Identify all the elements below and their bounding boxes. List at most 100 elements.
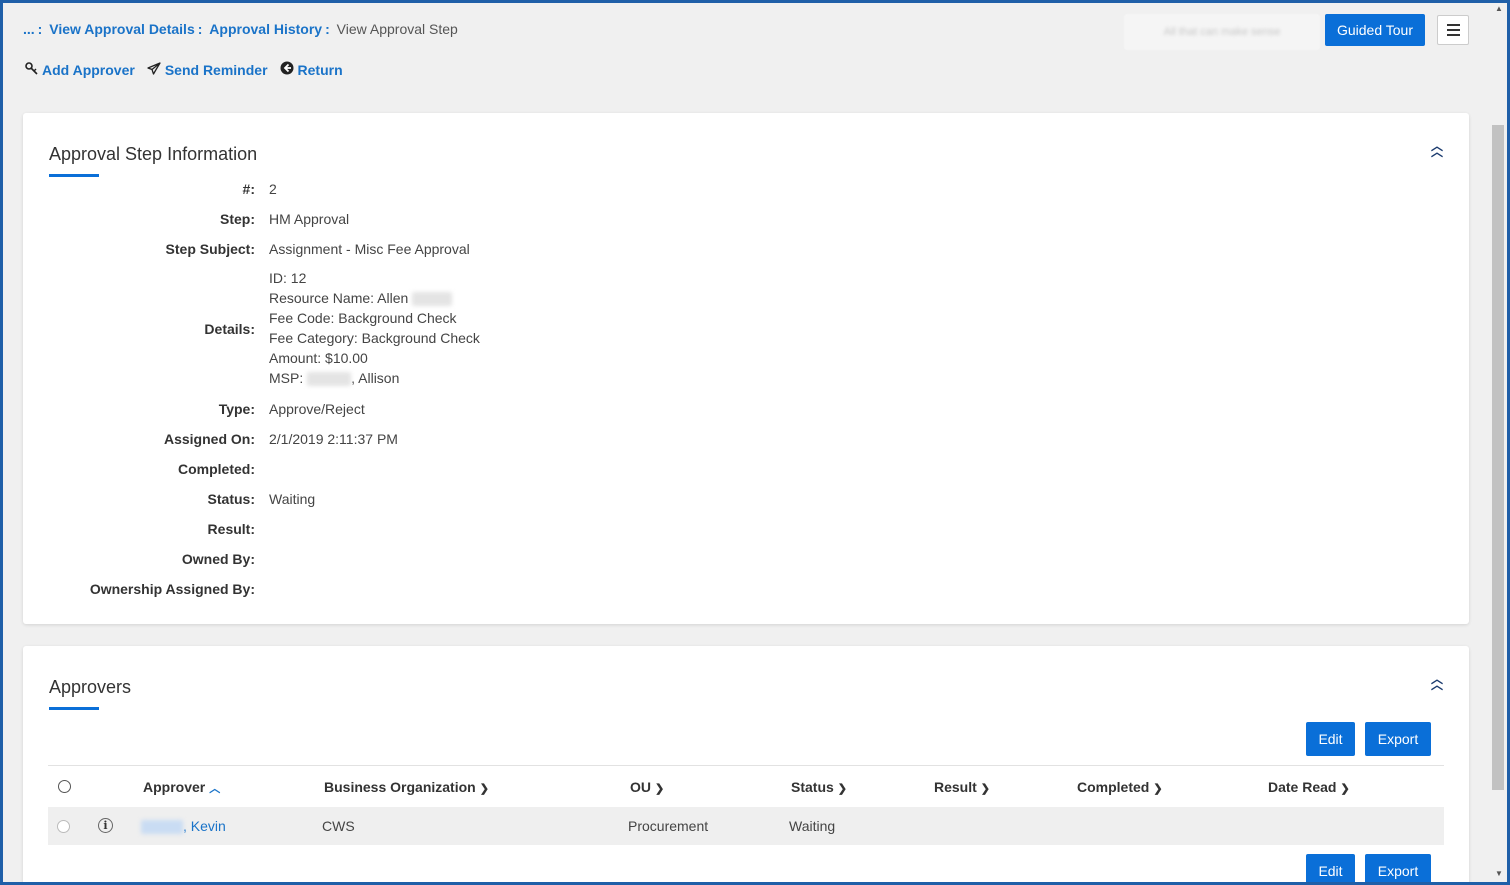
- field-label: Type:: [218, 401, 255, 417]
- vertical-scrollbar[interactable]: ▲ ▼: [1491, 0, 1507, 882]
- add-approver-action[interactable]: Add Approver: [24, 61, 135, 78]
- send-reminder-action[interactable]: Send Reminder: [147, 61, 268, 78]
- column-label: OU: [630, 779, 651, 795]
- field-value: Assignment - Misc Fee Approval: [269, 241, 470, 257]
- chevron-right-icon: ❯: [1340, 783, 1350, 795]
- field-label: Step Subject:: [165, 241, 255, 257]
- details-msp-prefix: MSP:: [269, 370, 304, 386]
- chevron-right-icon: ❯: [479, 783, 489, 795]
- title-underline: [49, 174, 99, 177]
- approvers-table: Approver ︿ Business Organization ❯ OU ❯ Sta…: [48, 765, 1444, 845]
- field-value: Waiting: [269, 491, 316, 507]
- column-label: Completed: [1077, 779, 1150, 795]
- field-label: Assigned On:: [163, 431, 255, 447]
- business-organization-cell: CWS: [322, 818, 355, 834]
- row-select-radio[interactable]: [57, 820, 70, 833]
- key-icon: [24, 61, 38, 78]
- column-header-date-read[interactable]: Date Read ❯: [1268, 779, 1350, 795]
- approvers-card: Approvers ︿ ︿ Edit Export Approver ︿ Busin…: [23, 646, 1469, 885]
- edit-button[interactable]: Edit: [1306, 722, 1355, 756]
- column-label: Business Organization: [324, 779, 476, 795]
- field-label: Owned By:: [181, 551, 255, 567]
- breadcrumb-separator: :: [325, 21, 330, 37]
- return-action[interactable]: Return: [280, 61, 343, 78]
- field-label: Result:: [207, 521, 255, 537]
- field-label: Details:: [204, 321, 255, 337]
- details-fee-category: Fee Category: Background Check: [269, 330, 480, 346]
- column-header-business-organization[interactable]: Business Organization ❯: [324, 779, 489, 795]
- hamburger-line: [1446, 34, 1460, 36]
- approval-step-information-card: Approval Step Information ︿ ︿ #: 2 Step: …: [23, 113, 1469, 624]
- chevron-right-icon: ❯: [980, 783, 991, 795]
- export-button-bottom[interactable]: Export: [1365, 854, 1431, 885]
- column-label: Date Read: [1268, 779, 1337, 795]
- chevron-right-icon: ❯: [837, 783, 848, 795]
- column-header-ou[interactable]: OU ❯: [630, 779, 664, 795]
- hamburger-menu-button[interactable]: [1437, 15, 1469, 45]
- column-header-completed[interactable]: Completed ❯: [1077, 779, 1163, 795]
- column-label: Approver: [143, 779, 206, 795]
- ou-cell: Procurement: [628, 818, 709, 834]
- field-label: Completed:: [178, 461, 255, 477]
- field-label: Ownership Assigned By:: [89, 581, 255, 597]
- chevron-right-icon: ❯: [1153, 783, 1163, 795]
- return-label: Return: [297, 61, 343, 78]
- chevron-right-icon: ❯: [655, 783, 665, 795]
- send-reminder-label: Send Reminder: [164, 61, 268, 78]
- column-header-approver[interactable]: Approver ︿: [143, 779, 220, 796]
- table-header: Approver ︿ Business Organization ❯ OU ❯ Sta…: [48, 765, 1444, 807]
- details-msp-line: MSP: , Allison: [269, 368, 480, 388]
- details-fee-code: Fee Code: Background Check: [269, 310, 457, 326]
- field-value: 2/1/2019 2:11:37 PM: [269, 431, 398, 447]
- field-value: 2: [269, 181, 277, 197]
- details-block: ID: 12 Resource Name: Allen Fee Code: Ba…: [269, 268, 480, 388]
- details-msp-suffix: , Allison: [351, 370, 400, 386]
- title-underline: [49, 707, 99, 710]
- details-id: ID: 12: [269, 270, 307, 286]
- scroll-up-arrow-icon[interactable]: ▲: [1495, 4, 1503, 13]
- card-title: Approval Step Information: [49, 144, 258, 164]
- column-header-result[interactable]: Result ❯: [934, 779, 990, 795]
- guided-tour-button[interactable]: Guided Tour: [1325, 14, 1425, 46]
- breadcrumb-view-approval-details-link[interactable]: View Approval Details: [49, 21, 195, 37]
- blurred-notice-text: All that can make sense: [1163, 26, 1281, 38]
- field-label: Status:: [207, 491, 255, 507]
- breadcrumb-ellipsis-link[interactable]: ...: [23, 21, 35, 37]
- add-approver-label: Add Approver: [42, 61, 135, 78]
- action-bar: Add Approver Send Reminder Return: [24, 61, 343, 78]
- column-label: Result: [934, 779, 977, 795]
- column-header-status[interactable]: Status ❯: [791, 779, 847, 795]
- sort-up-icon: ︿: [209, 783, 221, 795]
- field-label: Step:: [220, 211, 255, 227]
- breadcrumb-approval-history-link[interactable]: Approval History: [209, 21, 322, 37]
- field-label: #:: [242, 181, 255, 197]
- breadcrumb-separator: :: [197, 21, 203, 37]
- redacted-text: [307, 372, 352, 387]
- approver-link[interactable]: , Kevin: [141, 818, 226, 835]
- details-amount: Amount: $10.00: [269, 350, 368, 366]
- scrollbar-thumb[interactable]: [1492, 125, 1504, 790]
- collapse-chevron-icon[interactable]: ︿ ︿: [1431, 140, 1443, 158]
- hamburger-line: [1446, 29, 1460, 31]
- edit-button-bottom[interactable]: Edit: [1306, 854, 1355, 885]
- status-cell: Waiting: [789, 818, 836, 834]
- paper-plane-icon: [147, 61, 161, 78]
- hamburger-line: [1446, 24, 1460, 26]
- scroll-down-arrow-icon[interactable]: ▼: [1495, 869, 1503, 878]
- field-value: HM Approval: [269, 211, 350, 227]
- table-row[interactable]: i , Kevin CWS Procurement Waiting: [48, 807, 1444, 845]
- field-value: Approve/Reject: [269, 401, 365, 417]
- approver-name: , Kevin: [183, 818, 226, 834]
- details-resource: Resource Name: Allen: [269, 290, 409, 306]
- select-all-radio[interactable]: [58, 780, 71, 793]
- breadcrumb: ...: View Approval Details: Approval His…: [23, 21, 458, 37]
- info-icon[interactable]: i: [98, 818, 113, 833]
- blurred-notice: All that can make sense: [1124, 14, 1320, 50]
- back-arrow-circle-icon: [280, 61, 294, 78]
- card-title: Approvers: [49, 677, 132, 697]
- export-button[interactable]: Export: [1365, 722, 1431, 756]
- redacted-text: [412, 292, 453, 307]
- details-resource-line: Resource Name: Allen: [269, 288, 480, 308]
- column-label: Status: [791, 779, 834, 795]
- collapse-chevron-icon[interactable]: ︿ ︿: [1431, 673, 1443, 691]
